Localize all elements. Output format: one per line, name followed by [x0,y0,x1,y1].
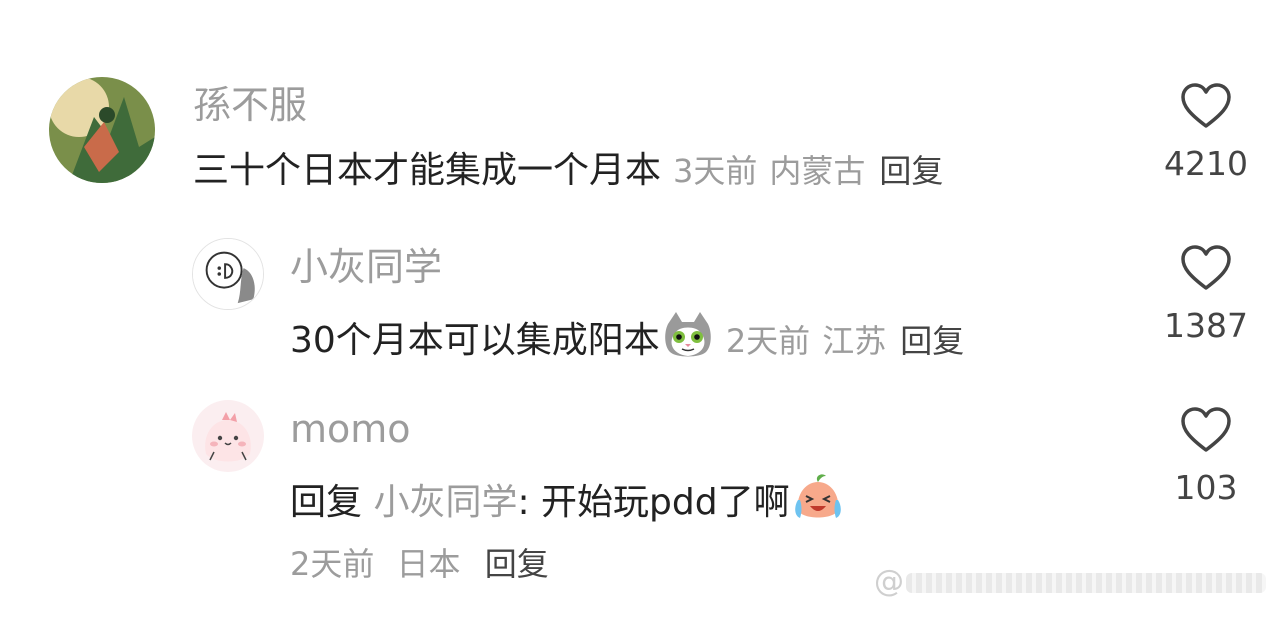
like-count: 4210 [1164,144,1248,183]
watermark: @ [874,564,1272,599]
comment-location: 江苏 [822,322,887,360]
watermark-logo: @ [874,564,906,599]
reply-to-username[interactable]: 小灰同学 [373,482,517,523]
comment-time: 2天前 [725,322,811,360]
reply-button[interactable]: 回复 [900,322,964,360]
comment-time: 3天前 [673,152,758,190]
like-count: 1387 [1164,306,1248,345]
like-button[interactable]: 4210 [1146,82,1266,183]
comment-body: 回复 小灰同学: 开始玩pdd了啊 [290,472,844,526]
comment-meta: 2天前 日本 回复 [290,544,549,584]
comment-text: 30个月本可以集成阳本 [290,320,660,361]
like-button[interactable]: 103 [1146,406,1266,507]
avatar[interactable] [49,77,155,183]
crying-laughing-peach-emoji [792,472,844,524]
comment-text: 三十个日本才能集成一个月本 [193,150,662,191]
reply-button[interactable]: 回复 [485,545,549,583]
heart-icon [1181,245,1231,290]
watermark-blurred-text [906,572,1266,593]
comment-text: : 开始玩pdd了啊 [517,482,790,523]
heart-icon [1181,83,1231,128]
username[interactable]: momo [290,406,411,452]
comment-body: 三十个日本才能集成一个月本 3天前 内蒙古 回复 [193,148,943,194]
comment-location: 内蒙古 [769,152,866,190]
comment-body: 30个月本可以集成阳本 2天前 江苏 回复 [290,310,964,364]
heart-icon [1181,407,1231,452]
avatar[interactable] [192,238,264,310]
avatar[interactable] [192,400,264,472]
reply-prefix: 回复 [290,482,363,523]
like-count: 103 [1174,468,1238,507]
username[interactable]: 孫不服 [193,82,307,128]
comment-location: 日本 [396,545,461,583]
cat-face-emoji [662,310,714,362]
like-button[interactable]: 1387 [1146,244,1266,345]
comment-time: 2天前 [290,545,375,583]
username[interactable]: 小灰同学 [290,244,442,290]
reply-button[interactable]: 回复 [879,152,943,190]
